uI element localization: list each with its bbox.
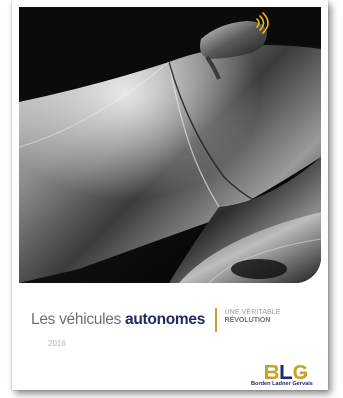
cover-subtitle: UNE VÉRITABLE RÉVOLUTION	[225, 309, 281, 325]
publication-year: 2016	[48, 339, 66, 348]
subtitle-line-1: UNE VÉRITABLE	[224, 309, 281, 316]
brochure-cover: Les véhicules autonomes UNE VÉRITABLE RÉ…	[12, 0, 328, 390]
car-hood-illustration	[19, 7, 321, 283]
firm-name: Borden Ladner Gervais	[251, 381, 313, 387]
blg-logo-mark	[265, 365, 307, 379]
title-light-text: Les véhicules	[31, 311, 122, 328]
blg-logo: Borden Ladner Gervais	[251, 364, 321, 390]
subtitle-line-2: RÉVOLUTION	[224, 317, 271, 324]
cover-title: Les véhicules autonomes	[31, 311, 205, 329]
gold-divider	[215, 308, 217, 332]
car-hood-photo	[19, 7, 321, 283]
title-bold-text: autonomes	[125, 311, 206, 328]
cover-title-row: Les véhicules autonomes UNE VÉRITABLE RÉ…	[31, 305, 281, 335]
